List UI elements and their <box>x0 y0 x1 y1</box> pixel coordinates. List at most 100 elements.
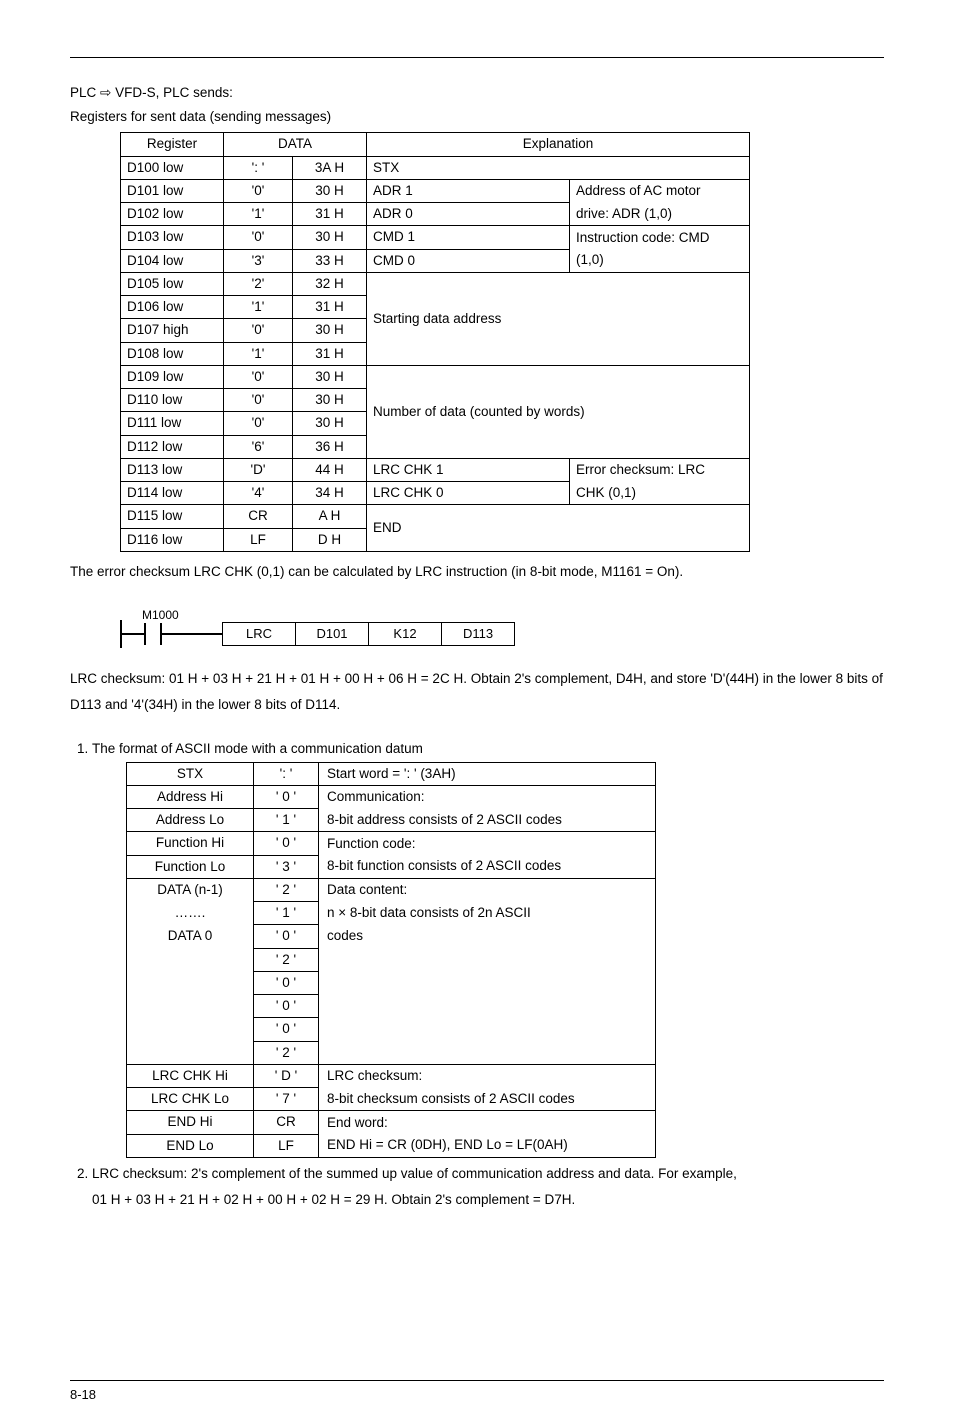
cell: CR <box>254 1111 319 1134</box>
table-row: ' 2 ' <box>127 1041 656 1064</box>
cell: LRC CHK 0 <box>367 482 570 505</box>
intro-line-1: PLC ⇨ VFD-S, PLC sends: <box>70 83 884 103</box>
cell: '0' <box>224 179 293 202</box>
cell: ': ' <box>254 762 319 785</box>
table-row: D102 low '1' 31 H ADR 0 drive: ADR (1,0) <box>121 203 750 226</box>
cell: ' 1 ' <box>254 902 319 925</box>
hdr-explanation: Explanation <box>367 133 750 156</box>
table-row: D109 low '0' 30 H Number of data (counte… <box>121 365 750 388</box>
instruction-block: LRC D101 K12 D113 <box>222 622 515 646</box>
cell: STX <box>367 156 750 179</box>
cell: ' 0 ' <box>254 925 319 948</box>
cell: LF <box>254 1134 319 1157</box>
cell: ': ' <box>224 156 293 179</box>
cell: Function Lo <box>127 855 254 878</box>
cell: ' 0 ' <box>254 785 319 808</box>
cell: 30 H <box>292 226 366 249</box>
table-row: D104 low '3' 33 H CMD 0 (1,0) <box>121 249 750 272</box>
cell: '1' <box>224 342 293 365</box>
cell: D101 low <box>121 179 224 202</box>
table-row: D113 low 'D' 44 H LRC CHK 1 Error checks… <box>121 458 750 481</box>
table-row: Address Hi' 0 'Communication: <box>127 785 656 808</box>
cell <box>319 1018 656 1041</box>
cell: drive: ADR (1,0) <box>570 203 750 226</box>
cell: END Hi = CR (0DH), END Lo = LF(0AH) <box>319 1134 656 1157</box>
table-row: LRC CHK Hi' D 'LRC checksum: <box>127 1064 656 1087</box>
cell: ' 2 ' <box>254 948 319 971</box>
cell: Address Lo <box>127 809 254 832</box>
cell: 3A H <box>292 156 366 179</box>
inst-op1: D101 <box>296 622 369 646</box>
cell: 33 H <box>292 249 366 272</box>
cell: ' 3 ' <box>254 855 319 878</box>
cell: DATA (n-1) <box>127 878 254 901</box>
cell: Starting data address <box>367 272 750 365</box>
cell: END <box>367 505 750 552</box>
table-row: END HiCREnd word: <box>127 1111 656 1134</box>
table-row: ' 2 ' <box>127 948 656 971</box>
ascii-format-table: STX': 'Start word = ': ' (3AH) Address H… <box>126 762 656 1158</box>
li2-subline: 01 H + 03 H + 21 H + 02 H + 00 H + 02 H … <box>92 1190 884 1210</box>
cell <box>127 971 254 994</box>
cell <box>127 948 254 971</box>
cell: DATA 0 <box>127 925 254 948</box>
table-row: END LoLFEND Hi = CR (0DH), END Lo = LF(0… <box>127 1134 656 1157</box>
ladder-diagram: M1000 LRC D101 K12 D113 <box>120 600 884 648</box>
cell: D105 low <box>121 272 224 295</box>
cell: '0' <box>224 319 293 342</box>
no-contact <box>144 620 162 648</box>
cell: D110 low <box>121 389 224 412</box>
table-row: Address Lo' 1 '8-bit address consists of… <box>127 809 656 832</box>
cell <box>127 995 254 1018</box>
table-header-row: Register DATA Explanation <box>121 133 750 156</box>
table-row: DATA (n-1)' 2 'Data content: <box>127 878 656 901</box>
cell: Error checksum: LRC <box>570 458 750 481</box>
cell: Number of data (counted by words) <box>367 365 750 458</box>
cell: LRC checksum: <box>319 1064 656 1087</box>
list-item-1: The format of ASCII mode with a communic… <box>92 739 884 1158</box>
table-row: LRC CHK Lo' 7 '8-bit checksum consists o… <box>127 1088 656 1111</box>
cell: '0' <box>224 412 293 435</box>
cell: ' 2 ' <box>254 878 319 901</box>
cell: Instruction code: CMD <box>570 226 750 249</box>
inst-op3: D113 <box>442 622 515 646</box>
cell: n × 8-bit data consists of 2n ASCII <box>319 902 656 925</box>
inst-name: LRC <box>222 622 296 646</box>
cell: '2' <box>224 272 293 295</box>
cell: D113 low <box>121 458 224 481</box>
cell <box>127 1041 254 1064</box>
cell: CR <box>224 505 293 528</box>
cell: CMD 1 <box>367 226 570 249</box>
error-checksum-note: The error checksum LRC CHK (0,1) can be … <box>70 562 884 582</box>
cell: ADR 0 <box>367 203 570 226</box>
cell <box>319 995 656 1018</box>
cell: LRC CHK 1 <box>367 458 570 481</box>
cell: D102 low <box>121 203 224 226</box>
cell: 44 H <box>292 458 366 481</box>
cell: 8-bit checksum consists of 2 ASCII codes <box>319 1088 656 1111</box>
cell: CHK (0,1) <box>570 482 750 505</box>
cell: D H <box>292 528 366 551</box>
cell: ' 0 ' <box>254 971 319 994</box>
cell: ' 0 ' <box>254 832 319 855</box>
li2-text: LRC checksum: 2's complement of the summ… <box>92 1166 737 1181</box>
cell: 30 H <box>292 365 366 388</box>
cell: D108 low <box>121 342 224 365</box>
numbered-list: The format of ASCII mode with a communic… <box>70 739 884 1210</box>
table-row: D101 low '0' 30 H ADR 1 Address of AC mo… <box>121 179 750 202</box>
footer-rule <box>70 1380 884 1381</box>
table-row: D105 low '2' 32 H Starting data address <box>121 272 750 295</box>
cell: Function code: <box>319 832 656 855</box>
cell: 34 H <box>292 482 366 505</box>
cell: '6' <box>224 435 293 458</box>
wire <box>122 633 144 635</box>
cell: '4' <box>224 482 293 505</box>
page-number: 8-18 <box>70 1387 96 1402</box>
cell: 'D' <box>224 458 293 481</box>
cell: D106 low <box>121 296 224 319</box>
cell: D100 low <box>121 156 224 179</box>
hdr-register: Register <box>121 133 224 156</box>
cell: END Hi <box>127 1111 254 1134</box>
cell: 30 H <box>292 179 366 202</box>
table-row: D115 low CR A H END <box>121 505 750 528</box>
